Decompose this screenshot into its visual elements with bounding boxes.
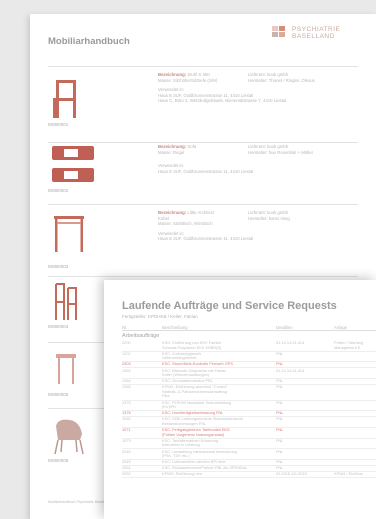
row-deadline: 31.2016.111.2015: [276, 472, 307, 477]
row-number: 2051: [122, 466, 131, 471]
brand-logo: PSYCHIATRIE BASELLAND: [272, 26, 340, 40]
catalog-item: MOB0001 Bezeichnung: Stuhl S 400 Masse: …: [48, 72, 358, 132]
row-number: 1071: [122, 428, 131, 433]
item-supplier: Lieferant: kook gmbh Hersteller: hanni r…: [248, 210, 290, 221]
table-row: 1375 KSC: POP/MI Nachstufe Testumstellung…: [122, 401, 376, 412]
row-deadline: 31.12.14.01.414: [276, 368, 305, 373]
table-icon: [54, 216, 84, 252]
report-title: Laufende Aufträge und Service Requests: [122, 300, 337, 312]
stool-icon: [56, 354, 76, 384]
table-row: 2045 KSC: Umstellung interkantonal Abrech…: [122, 450, 376, 461]
item-divider: [48, 142, 358, 143]
column-header-description: Beschreibung: [162, 325, 188, 330]
row-number: 1073: [122, 438, 131, 443]
row-number: 1201: [122, 351, 131, 356]
catalog-item: MOB0002 Bezeichnung: Sofa Masse: Regal V…: [48, 144, 358, 198]
row-number: 2049: [122, 460, 131, 465]
item-divider: [48, 276, 358, 277]
section-label: Arbeitsaufträge: [122, 333, 160, 339]
row-number: 1365: [122, 385, 131, 390]
row-number: 1376: [122, 411, 131, 416]
row-description: KSC: Rücklaufbereich/Partner PBL als SPE…: [162, 466, 248, 471]
row-number: 1060: [122, 417, 131, 422]
catalog-item: MOB0003 Bezeichnung: Little Architect Kü…: [48, 210, 358, 270]
item-supplier: Lieferant: kook gmbh Hersteller: hue Ros…: [248, 144, 314, 155]
row-deadline: FNL: [276, 411, 284, 416]
report-meta: Fertigsteller: KPDHKB / Keller, Fabian: [122, 314, 198, 319]
table-header: Nr. Beschreibung Deadline Anlage: [122, 324, 376, 331]
row-deadline: FNL: [276, 417, 284, 422]
row-number: 1464: [122, 379, 131, 384]
stacking-chairs-icon: [55, 283, 77, 320]
row-number: 2045: [122, 449, 131, 454]
table-row: 1073 KSC: Tarifalternativen Erfassung Inst…: [122, 439, 376, 450]
item-code: MOB0001: [48, 122, 69, 127]
column-header-nr: Nr.: [122, 325, 128, 330]
document-title: Mobiliarhandbuch: [48, 36, 130, 47]
row-description: KSC: OBE Leistungsberichts Stammdatenwor…: [162, 417, 244, 426]
row-description: KSC: Zuflusshygieneik Lieferumfangmerker: [162, 351, 202, 361]
row-deadline: FNL: [276, 400, 284, 405]
lounge-chair-icon: [54, 419, 84, 455]
row-description: KSC: Bilanzde Gesprache mit Fabian Keller…: [162, 368, 227, 378]
row-deadline: FNL: [276, 449, 284, 454]
row-number: 2303: [122, 362, 131, 367]
item-code: MOB0006: [48, 458, 69, 463]
row-deadline: 31.12.14.01.414: [276, 341, 305, 345]
row-description: KSC: POP/MI Nachstufe Testumstellung (EV)…: [162, 400, 232, 410]
table-row: 1201 KSC: Zuflusshygieneik Lieferumfangmer…: [122, 352, 376, 363]
logo-mark-icon: [272, 26, 288, 38]
row-description: KSG: Einführung neu EKV Familie Schema Pr…: [162, 341, 222, 350]
row-deadline: FNL: [276, 460, 284, 465]
row-deadline: FNL: [276, 351, 284, 356]
item-code: MOB0003: [48, 264, 69, 269]
row-description: KPMG: Einführung neu: [162, 472, 203, 477]
logo-text: PSYCHIATRIE BASELLAND: [292, 26, 341, 40]
row-deadline: FNL: [276, 362, 284, 367]
row-description: KSC: Fertigabgleichen Tarifmodell EKS (Fü…: [162, 428, 230, 437]
row-deadline: FNL: [276, 466, 284, 471]
row-deadline: FNL: [276, 428, 284, 433]
item-details: Bezeichnung: Sofa Masse: Regal Verwendet…: [158, 144, 254, 174]
row-description: KSC: Strom/Netz-Kontrolle Fernseh GPS: [162, 362, 233, 367]
sofa-icon: [52, 146, 94, 182]
row-note: KPMG / Einführu: [334, 472, 364, 477]
page-footer: Mobiliarhandbuch Psychiatrie Baselland: [48, 500, 111, 504]
table-row: 1363 KSC: Bilanzde Gesprache mit Fabian Ke…: [122, 369, 376, 380]
item-supplier: Lieferant: kook gmbh Hersteller: Thonet …: [248, 72, 315, 83]
row-note: Prüfen / Wartung Management E: [334, 341, 364, 350]
row-number: 2052: [122, 472, 131, 477]
item-code: MOB0002: [48, 188, 69, 193]
row-deadline: FNL: [276, 438, 284, 443]
row-number: 2200: [122, 341, 131, 345]
table-row: 1365 KPMG: Einführung abschluß "Control" S…: [122, 385, 376, 401]
row-description: KSC: Lieferantelloh abrufen BPI eine: [162, 460, 226, 465]
table-row: 1060 KSC: OBE Leistungsberichts Stammdate…: [122, 417, 376, 429]
row-description: KSC: Umstellung interkantonal Abrechnung…: [162, 449, 237, 459]
row-description: KSC: Grunddatenmodus PBL: [162, 379, 213, 384]
row-deadline: FNL: [276, 385, 284, 390]
table-row: 1071 KSC: Fertigabgleichen Tarifmodell EK…: [122, 428, 376, 439]
table-row: 2052 KPMG: Einführung neu 31.2016.111.2015…: [122, 472, 376, 479]
item-details: Bezeichnung: Little Architect Kübel Mass…: [158, 210, 254, 241]
row-description: KPMG: Einführung abschluß "Control" Stati…: [162, 385, 228, 399]
item-divider: [48, 66, 358, 67]
row-description: KSC: Tarifalternativen Erfassung Instrukt…: [162, 438, 219, 448]
service-requests-page: Laufende Aufträge und Service Requests F…: [104, 280, 376, 519]
row-number: 1375: [122, 400, 131, 405]
column-header-anlage: Anlage: [334, 325, 348, 330]
row-deadline: FNL: [276, 379, 284, 384]
table-row: 2200 KSG: Einführung neu EKV Familie Schem…: [122, 341, 376, 352]
chair-icon: [53, 80, 76, 118]
item-divider: [48, 204, 358, 205]
row-description: KSC: Hochfertigkeitserfassung FNL: [162, 411, 224, 416]
row-number: 1363: [122, 368, 131, 373]
item-code: MOB0005: [48, 392, 69, 397]
column-header-deadline: Deadline: [276, 325, 293, 330]
item-code: MOB0004: [48, 324, 69, 329]
